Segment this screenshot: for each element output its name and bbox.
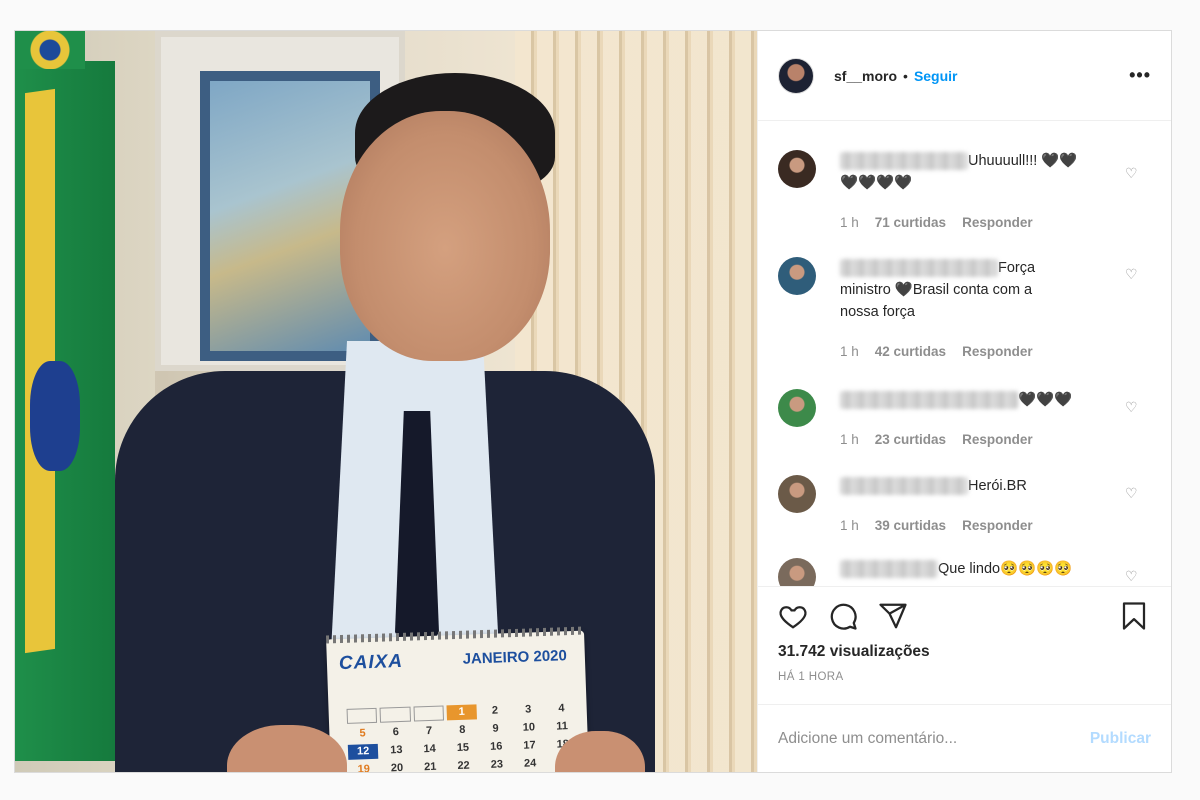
comment-item: Herói.BR 1 h 39 curtidas Responder ♡: [778, 470, 1151, 556]
post-sidebar: sf__moro • Seguir ••• Uhuuuull!!! 🖤🖤 🖤🖤🖤…: [757, 31, 1171, 772]
calendar-day: 3: [524, 703, 532, 716]
comment-text: 🖤🖤🖤: [1018, 392, 1073, 408]
like-comment-icon[interactable]: ♡: [1125, 568, 1139, 584]
username-link[interactable]: sf__moro: [834, 68, 897, 84]
calendar-day: 5: [359, 727, 366, 740]
like-comment-icon[interactable]: ♡: [1125, 165, 1139, 181]
comment-likes[interactable]: 42 curtidas: [875, 341, 946, 363]
blurred-username: [840, 259, 998, 278]
calendar-day: 22: [457, 759, 470, 772]
comment-item: Que lindo🥺🥺🥺🥺 ♡: [778, 556, 1151, 586]
post-photo[interactable]: CAIXA JANEIRO 2020 1 2 3 4 5 6 7 8 9 10 11 12 13 14 15…: [15, 31, 757, 772]
comment-icon[interactable]: [828, 601, 860, 633]
comment-text: Força: [998, 260, 1036, 276]
reply-button[interactable]: Responder: [962, 429, 1033, 451]
view-count[interactable]: 31.742 visualizações: [778, 643, 1151, 661]
calendar-day: 15: [456, 741, 470, 755]
comment-likes[interactable]: 23 curtidas: [875, 429, 946, 451]
calendar-day: 6: [392, 726, 400, 739]
post-header: sf__moro • Seguir •••: [758, 31, 1171, 121]
comment-text: 🖤🖤🖤🖤: [840, 175, 913, 191]
comment-time: 1 h: [840, 344, 859, 359]
calendar-day: 12: [347, 743, 379, 760]
bookmark-icon[interactable]: [1119, 601, 1151, 633]
calendar-day: 24: [523, 757, 537, 770]
calendar-day: 9: [492, 722, 499, 735]
comment-time: 1 h: [840, 432, 859, 447]
like-comment-icon[interactable]: ♡: [1125, 485, 1139, 501]
calendar-day: 19: [357, 763, 371, 772]
comment-text: Que lindo🥺🥺🥺🥺: [938, 561, 1073, 577]
comment-time: 1 h: [840, 215, 859, 230]
wall-calendar: CAIXA JANEIRO 2020 1 2 3 4 5 6 7 8 9 10 11 12 13 14 15…: [325, 626, 590, 772]
blurred-username: [840, 477, 968, 496]
calendar-day: 4: [558, 702, 565, 715]
comment-input[interactable]: [778, 729, 1090, 748]
calendar-day: 13: [390, 743, 403, 757]
more-options-icon[interactable]: •••: [1129, 65, 1151, 86]
commenter-avatar[interactable]: [778, 475, 816, 513]
calendar-day: [413, 705, 444, 722]
calendar-day: [346, 707, 378, 724]
commenter-avatar[interactable]: [778, 150, 816, 188]
calendar-day: 10: [522, 721, 536, 734]
calendar-day: 11: [556, 720, 569, 733]
like-icon[interactable]: [778, 601, 810, 633]
calendar-day: 14: [423, 742, 437, 756]
add-comment-bar: Publicar: [758, 704, 1171, 772]
blurred-username: [840, 391, 1018, 410]
calendar-day: 17: [523, 739, 536, 752]
like-comment-icon[interactable]: ♡: [1125, 399, 1139, 415]
calendar-brand: CAIXA: [338, 650, 404, 675]
comment-likes[interactable]: 71 curtidas: [875, 212, 946, 234]
face: [340, 111, 550, 361]
post-actions: 31.742 visualizações HÁ 1 HORA: [758, 586, 1171, 704]
comment-likes[interactable]: 39 curtidas: [875, 515, 946, 537]
calendar-day: 8: [459, 723, 466, 736]
commenter-avatar[interactable]: [778, 257, 816, 295]
separator-dot: •: [903, 67, 908, 84]
commenter-avatar[interactable]: [778, 389, 816, 427]
calendar-day: 23: [490, 758, 504, 771]
calendar-day: 16: [489, 740, 503, 753]
calendar-day: 2: [491, 704, 499, 717]
reply-button[interactable]: Responder: [962, 341, 1033, 363]
calendar-day: [379, 706, 411, 723]
calendar-day: 1: [446, 704, 478, 721]
calendar-day: 20: [390, 761, 404, 772]
comment-item: 🖤🖤🖤 1 h 23 curtidas Responder ♡: [778, 384, 1151, 470]
post-time: HÁ 1 HORA: [778, 671, 844, 683]
calendar-grid: 1234567891011121314151617181920212223242…: [346, 701, 580, 772]
reply-button[interactable]: Responder: [962, 212, 1033, 234]
calendar-day: 21: [423, 760, 437, 772]
comment-item: Uhuuuull!!! 🖤🖤 🖤🖤🖤🖤 1 h 71 curtidas Resp…: [778, 137, 1151, 251]
blurred-username: [840, 152, 968, 171]
follow-button[interactable]: Seguir: [914, 68, 958, 84]
like-comment-icon[interactable]: ♡: [1125, 266, 1139, 282]
comment-text: ministro 🖤Brasil conta com a: [840, 282, 1033, 298]
comment-time: 1 h: [840, 518, 859, 533]
commenter-avatar[interactable]: [778, 558, 816, 586]
publish-button[interactable]: Publicar: [1090, 730, 1151, 748]
calendar-day: 7: [425, 724, 433, 738]
reply-button[interactable]: Responder: [962, 515, 1033, 537]
comment-text: Herói.BR: [968, 478, 1027, 494]
comments-list[interactable]: Uhuuuull!!! 🖤🖤 🖤🖤🖤🖤 1 h 71 curtidas Resp…: [758, 121, 1171, 586]
blurred-username: [840, 560, 938, 579]
instagram-post: CAIXA JANEIRO 2020 1 2 3 4 5 6 7 8 9 10 11 12 13 14 15…: [14, 30, 1172, 773]
avatar[interactable]: [778, 57, 814, 94]
share-icon[interactable]: [878, 601, 910, 633]
calendar-month: JANEIRO 2020: [462, 647, 568, 668]
comment-text: nossa força: [840, 304, 915, 320]
comment-item: Força ministro 🖤Brasil conta com a nossa…: [778, 251, 1151, 384]
flagpole-ornament: [15, 31, 85, 69]
comment-text: Uhuuuull!!! 🖤🖤: [968, 153, 1078, 169]
